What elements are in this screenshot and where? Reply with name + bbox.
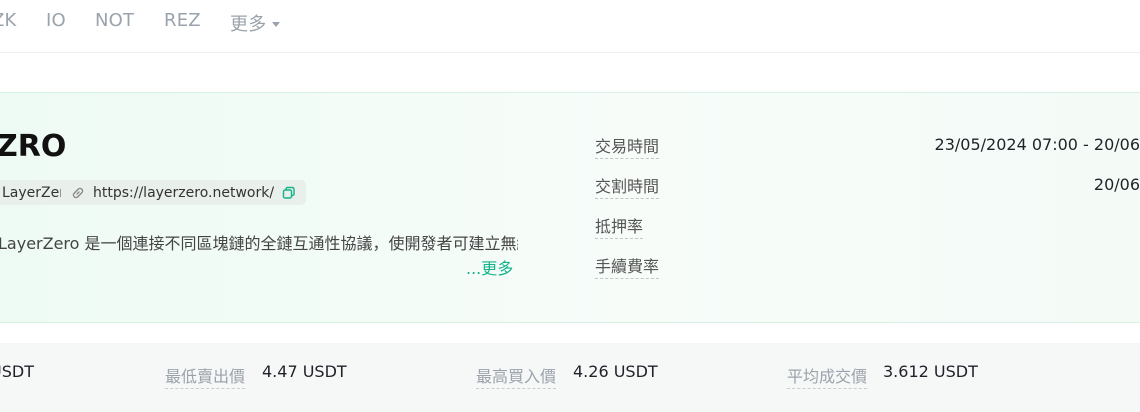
avg-price-value: 3.612 USDT (883, 362, 978, 381)
highest-buy-label: 最高買入價 (476, 363, 557, 389)
tab-zk[interactable]: ZK (0, 10, 17, 31)
delivery-time-label: 交割時間 (595, 173, 660, 199)
description-more-link[interactable]: ...更多 (466, 255, 513, 279)
tab-more-label: 更多 (230, 14, 267, 35)
website-url[interactable]: https://layerzero.network/ (93, 185, 274, 201)
delivery-time-value: 20/06 (1093, 175, 1140, 194)
lowest-sell-label: 最低賣出價 (165, 363, 246, 389)
price-stats-bar: USDT 最低賣出價 4.47 USDT 最高買入價 4.26 USDT 平均成… (0, 343, 1140, 412)
top-tab-bar: ZK IO NOT REZ 更多 (0, 0, 1140, 53)
first-stat-value: USDT (0, 362, 34, 381)
trade-time-value: 23/05/2024 07:00 - 20/06 (934, 135, 1140, 154)
project-info-panel: ZRO LayerZero https://layerzero.network/… (0, 92, 1140, 323)
collateral-label: 抵押率 (595, 213, 644, 239)
caret-down-icon (272, 21, 281, 27)
link-icon (71, 186, 85, 200)
website-chip[interactable]: https://layerzero.network/ (61, 180, 307, 205)
tab-rez[interactable]: REZ (164, 10, 201, 31)
tab-io[interactable]: IO (46, 10, 66, 31)
tab-more[interactable]: 更多 (230, 10, 281, 36)
project-description: LayerZero 是一個連接不同區塊鏈的全鏈互通性協議，使開發者可建立無縫的全… (0, 234, 518, 253)
avg-price-label: 平均成交價 (787, 363, 868, 389)
trade-time-label: 交易時間 (595, 133, 660, 159)
lowest-sell-value: 4.47 USDT (262, 362, 347, 381)
project-title: ZRO (0, 129, 67, 164)
copy-icon[interactable] (282, 186, 296, 200)
fee-rate-label: 手續費率 (595, 253, 660, 279)
highest-buy-value: 4.26 USDT (573, 362, 658, 381)
tab-not[interactable]: NOT (95, 10, 134, 31)
